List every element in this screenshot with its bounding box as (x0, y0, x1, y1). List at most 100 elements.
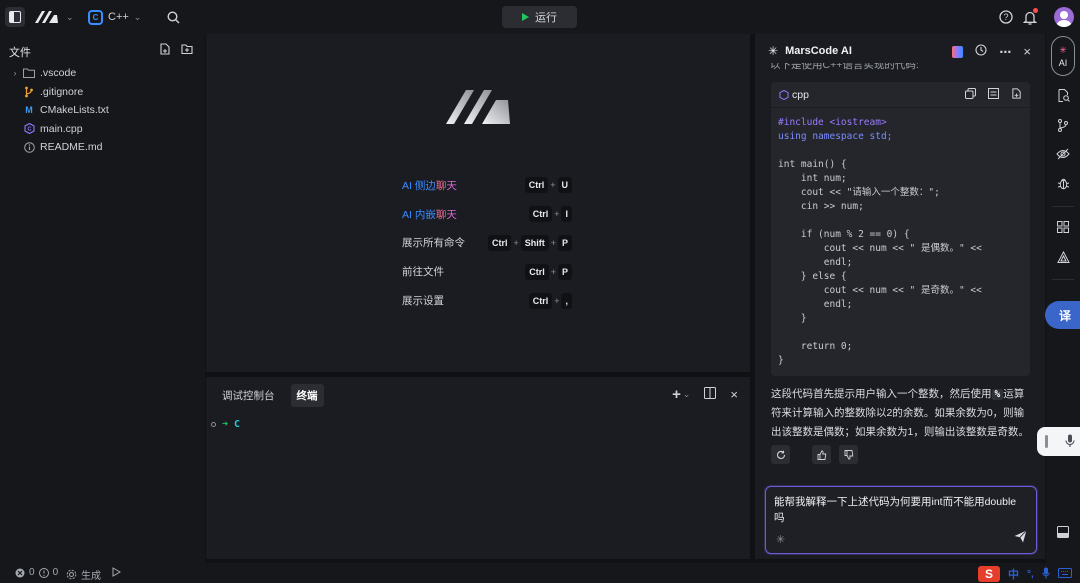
ai-explanation: 这段代码首先提示用户输入一个整数，然后使用% 运算符来计算输入的整数除以2的余数。… (771, 388, 1029, 438)
tree-item-label: CMakeLists.txt (40, 104, 109, 117)
tree-item-readme[interactable]: README.md (0, 138, 205, 157)
code-line: cout << num << " 是奇数。" << (778, 285, 982, 296)
drag-handle[interactable] (1045, 435, 1048, 448)
file-search-icon[interactable] (1055, 87, 1071, 103)
git-icon (22, 86, 36, 98)
translate-button[interactable]: 译 (1045, 301, 1080, 329)
microphone-icon[interactable] (1065, 434, 1075, 451)
play-icon (522, 13, 529, 21)
ai-panel-title: MarsCode AI (785, 45, 852, 57)
status-bar: 0 0 生成 S 中 °, (0, 563, 1080, 583)
code-content[interactable]: #include <iostream> using namespace std;… (771, 108, 1030, 376)
shortcut-ai-side-chat[interactable]: AI 侧边聊天 Ctrl + U (402, 171, 572, 200)
app-logo-menu[interactable]: ⌄ (34, 8, 74, 26)
search-icon[interactable] (165, 9, 181, 25)
activity-bar: ✳ AI (1046, 34, 1080, 563)
git-branch-icon[interactable] (1055, 117, 1071, 133)
new-file-icon[interactable] (1011, 87, 1022, 102)
more-icon[interactable]: ⋯ (999, 45, 1011, 59)
avatar[interactable] (1054, 7, 1074, 27)
code-line: #include <iostream> (778, 117, 887, 128)
close-icon[interactable]: × (1023, 44, 1031, 59)
code-block: cpp #include <iostream> using namespace … (771, 82, 1030, 376)
shortcut-show-settings[interactable]: 展示设置 Ctrl +, (402, 286, 572, 315)
code-language: cpp (779, 89, 809, 101)
language-selector[interactable]: C C++ ⌄ (88, 8, 141, 26)
new-file-icon[interactable] (159, 43, 171, 58)
sparkle-icon[interactable]: ✳ (776, 533, 785, 546)
shortcut-keys: Ctrl +, (528, 292, 572, 309)
chat-input[interactable]: 能帮我解释一下上述代码为何要用int而不能用double吗 ✳ (765, 486, 1037, 554)
sogou-ime-icon[interactable]: S (978, 566, 1000, 582)
close-icon[interactable]: × (730, 387, 738, 402)
tree-item-label: main.cpp (40, 122, 83, 135)
ime-toolbar[interactable]: S 中 °, (978, 565, 1080, 583)
shortcut-ai-inline-chat[interactable]: AI 内嵌聊天 Ctrl + I (402, 200, 572, 229)
copy-icon[interactable] (965, 87, 976, 102)
new-folder-icon[interactable] (181, 43, 193, 58)
voice-input-widget[interactable] (1037, 427, 1080, 456)
build-label: 生成 (81, 571, 101, 582)
shortcut-show-all-commands[interactable]: 展示所有命令 Ctrl + Shift + P (402, 229, 572, 258)
code-line: return 0; (778, 341, 853, 352)
problems-indicator[interactable]: 0 0 (15, 567, 58, 578)
tree-item-vscode[interactable]: › .vscode (0, 64, 205, 83)
inline-code: % (991, 389, 1004, 400)
extensions-grid-icon[interactable] (1055, 219, 1071, 235)
play-outline-icon[interactable] (112, 567, 121, 577)
gradient-bookmark-icon[interactable] (952, 45, 964, 58)
cpp-file-icon: C (22, 123, 36, 135)
microphone-icon[interactable] (1042, 567, 1050, 582)
debug-bug-icon[interactable] (1055, 175, 1071, 191)
code-line: endl; (778, 299, 853, 310)
sidebar-toggle-icon[interactable] (5, 7, 25, 27)
ime-language-label[interactable]: 中 (1008, 566, 1019, 582)
info-icon (22, 141, 36, 153)
shortcut-keys: Ctrl + P (525, 263, 572, 280)
regenerate-button[interactable] (771, 445, 790, 464)
punctuation-icon[interactable]: °, (1027, 569, 1034, 580)
run-button[interactable]: 运行 (502, 6, 577, 28)
history-icon[interactable] (975, 44, 987, 59)
sparkle-icon: ✳ (768, 44, 779, 58)
ai-activity-button[interactable]: ✳ AI (1051, 36, 1075, 76)
shortcut-label: AI 内嵌聊天 (402, 208, 457, 221)
panel-toggle-icon[interactable] (1055, 524, 1071, 540)
thumbs-up-icon[interactable] (812, 445, 831, 464)
new-terminal-icon[interactable]: + ⌄ (672, 386, 690, 403)
split-panel-icon[interactable] (704, 387, 717, 402)
marscode-logo-icon (444, 84, 514, 131)
divider (1052, 279, 1074, 280)
code-line: } (778, 355, 784, 366)
shortcut-label: 前往文件 (402, 266, 444, 279)
notification-bell-icon[interactable] (1022, 8, 1038, 26)
keyboard-icon[interactable] (1057, 567, 1072, 581)
warning-icon (38, 567, 49, 578)
tree-item-label: .vscode (40, 67, 77, 80)
build-button[interactable]: 生成 (66, 567, 101, 582)
thumbs-down-icon[interactable] (839, 445, 858, 464)
chat-input-text[interactable]: 能帮我解释一下上述代码为何要用int而不能用double吗 (774, 494, 1024, 526)
marscode-logo-icon (35, 11, 58, 23)
shortcut-label: 展示设置 (402, 295, 444, 308)
deploy-icon[interactable] (1055, 249, 1071, 265)
shortcut-keys: Ctrl + Shift + P (487, 234, 572, 251)
tree-item-main-cpp[interactable]: C main.cpp (0, 120, 205, 139)
terminal-prompt[interactable]: ➜ C (211, 419, 240, 430)
tree-item-cmakelists[interactable]: M CMakeLists.txt (0, 101, 205, 120)
preview-eye-icon[interactable] (1055, 146, 1071, 162)
title-bar: ⌄ C C++ ⌄ 运行 ? (0, 0, 1080, 34)
chevron-down-icon: ⌄ (133, 11, 142, 22)
status-circle-icon (211, 422, 216, 427)
tree-item-label: README.md (40, 141, 103, 154)
prompt-directory: C (234, 419, 241, 430)
tab-terminal[interactable]: 终端 (290, 384, 324, 407)
help-icon[interactable]: ? (998, 9, 1014, 25)
tree-item-gitignore[interactable]: .gitignore (0, 83, 205, 102)
send-icon[interactable] (1014, 530, 1027, 546)
shortcut-go-to-file[interactable]: 前往文件 Ctrl + P (402, 257, 572, 286)
insert-code-icon[interactable] (988, 87, 999, 102)
tab-debug-console[interactable]: 调试控制台 (216, 384, 281, 407)
code-line: int num; (778, 173, 847, 184)
notification-dot (1033, 8, 1038, 13)
